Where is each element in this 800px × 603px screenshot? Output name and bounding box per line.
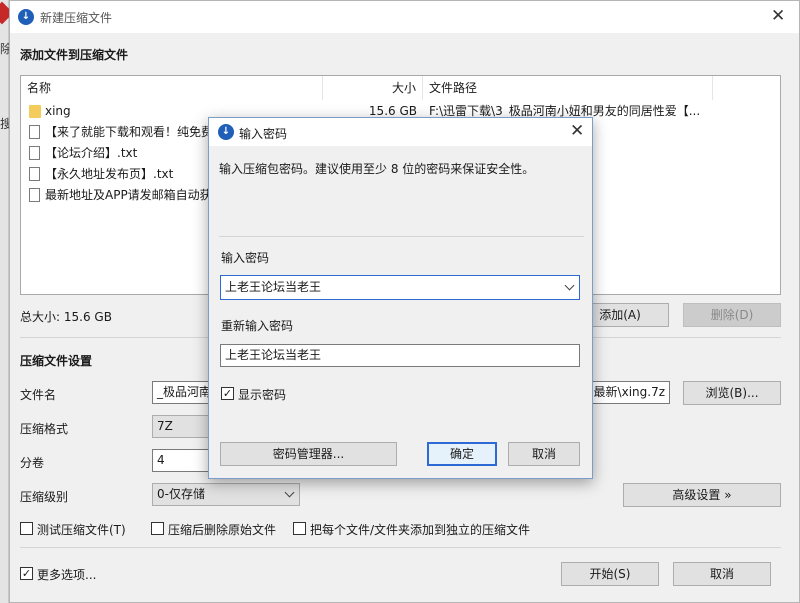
dialog-title-bar: ↓ 输入密码 ✕ xyxy=(209,118,592,146)
dialog-description: 输入压缩包密码。建议使用至少 8 位的密码来保证安全性。 xyxy=(219,162,535,176)
volume-value: 4 xyxy=(157,453,165,467)
filename-value-end: 最新\xing.7z xyxy=(593,385,665,399)
cancel-button[interactable]: 取消 xyxy=(673,562,771,586)
volume-label: 分卷 xyxy=(20,456,45,470)
advanced-settings-button[interactable]: 高级设置 » xyxy=(623,483,781,507)
column-header-name[interactable]: 名称 xyxy=(21,76,323,100)
file-icon xyxy=(29,188,40,202)
start-button[interactable]: 开始(S) xyxy=(561,562,659,586)
close-icon[interactable]: ✕ xyxy=(570,123,584,140)
confirm-password-value: 上老王论坛当老王 xyxy=(225,348,322,362)
ok-button[interactable]: 确定 xyxy=(427,442,497,466)
password-value: 上老王论坛当老王 xyxy=(225,280,322,294)
password-input[interactable]: 上老王论坛当老王 xyxy=(220,275,580,300)
separate-archives-label: 把每个文件/文件夹添加到独立的压缩文件 xyxy=(310,523,531,537)
format-label: 压缩格式 xyxy=(20,422,69,436)
delete-button[interactable]: 删除(D) xyxy=(683,303,781,327)
format-select[interactable]: 7Z xyxy=(152,415,212,438)
settings-heading: 压缩文件设置 xyxy=(20,354,93,368)
dialog-cancel-button[interactable]: 取消 xyxy=(508,442,580,466)
close-icon[interactable]: ✕ xyxy=(771,8,785,25)
confirm-password-label: 重新输入密码 xyxy=(221,319,294,333)
level-label: 压缩级别 xyxy=(20,490,69,504)
level-value: 0-仅存储 xyxy=(157,487,205,501)
delete-after-checkbox[interactable] xyxy=(151,522,164,535)
add-files-heading: 添加文件到压缩文件 xyxy=(20,48,129,62)
file-icon xyxy=(29,167,40,181)
column-header-size[interactable]: 大小 xyxy=(323,76,423,100)
level-select[interactable]: 0-仅存储 xyxy=(152,483,300,506)
column-header-path[interactable]: 文件路径 xyxy=(423,76,713,100)
separate-archives-checkbox[interactable] xyxy=(293,522,306,535)
divider xyxy=(20,547,781,548)
format-value: 7Z xyxy=(157,419,173,433)
filename-label: 文件名 xyxy=(20,388,57,402)
chevron-down-icon[interactable] xyxy=(564,280,575,291)
dialog-title: 输入密码 xyxy=(239,127,288,141)
total-size: 总大小: 15.6 GB xyxy=(20,310,112,324)
chevron-down-icon xyxy=(284,487,295,498)
delete-after-label: 压缩后删除原始文件 xyxy=(168,523,277,537)
password-dialog: ↓ 输入密码 ✕ 输入压缩包密码。建议使用至少 8 位的密码来保证安全性。 输入… xyxy=(208,117,593,479)
volume-input[interactable]: 4 xyxy=(152,449,212,472)
divider xyxy=(219,236,584,237)
more-options-checkbox[interactable]: ✓ xyxy=(20,567,33,580)
window-title: 新建压缩文件 xyxy=(40,11,113,25)
app-logo-icon: ↓ xyxy=(18,9,34,25)
test-archive-checkbox[interactable] xyxy=(20,522,33,535)
show-password-label: 显示密码 xyxy=(238,388,287,402)
test-archive-label: 测试压缩文件(T) xyxy=(37,523,126,537)
folder-icon xyxy=(29,105,41,118)
confirm-password-input[interactable]: 上老王论坛当老王 xyxy=(220,344,580,367)
browse-button[interactable]: 浏览(B)... xyxy=(683,381,781,405)
file-icon xyxy=(29,146,40,160)
app-logo-icon: ↓ xyxy=(218,124,234,140)
password-manager-button[interactable]: 密码管理器... xyxy=(220,442,397,466)
password-label: 输入密码 xyxy=(221,251,270,265)
filename-value: _极品河南 xyxy=(157,385,212,399)
more-options-label: 更多选项... xyxy=(37,568,97,582)
show-password-checkbox[interactable]: ✓ xyxy=(221,387,234,400)
file-icon xyxy=(29,125,40,139)
background-window-edge: 除 搜 xyxy=(0,0,14,603)
title-bar: ↓ 新建压缩文件 ✕ xyxy=(10,1,799,33)
